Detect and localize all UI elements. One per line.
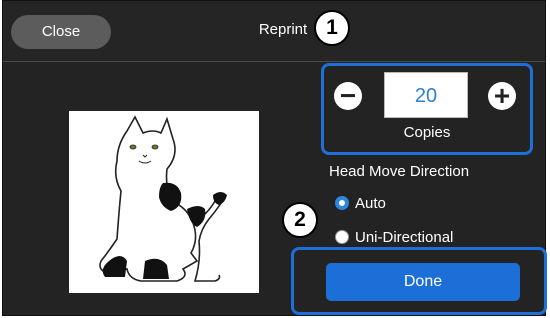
print-preview <box>69 111 259 293</box>
radio-unselected-icon <box>335 230 349 244</box>
reprint-screen: Close Reprint − 20 + Copies Head Move Di… <box>2 0 547 316</box>
callout-1: 1 <box>314 10 350 46</box>
head-move-direction-label: Head Move Direction <box>329 163 470 180</box>
title-bar: Close Reprint <box>3 1 545 62</box>
plus-icon[interactable]: + <box>488 82 516 110</box>
callout-2: 2 <box>282 202 318 238</box>
close-button[interactable]: Close <box>11 15 111 49</box>
radio-selected-icon <box>335 196 349 210</box>
done-button[interactable]: Done <box>326 263 520 301</box>
cat-image <box>99 115 227 282</box>
copies-highlight: − 20 + Copies <box>321 63 533 155</box>
radio-uni-directional-label: Uni-Directional <box>355 229 454 246</box>
done-highlight: Done <box>291 247 547 315</box>
minus-icon[interactable]: − <box>334 82 362 110</box>
copies-input[interactable]: 20 <box>384 72 468 118</box>
radio-auto-label: Auto <box>355 195 386 212</box>
copies-label: Copies <box>403 124 451 141</box>
